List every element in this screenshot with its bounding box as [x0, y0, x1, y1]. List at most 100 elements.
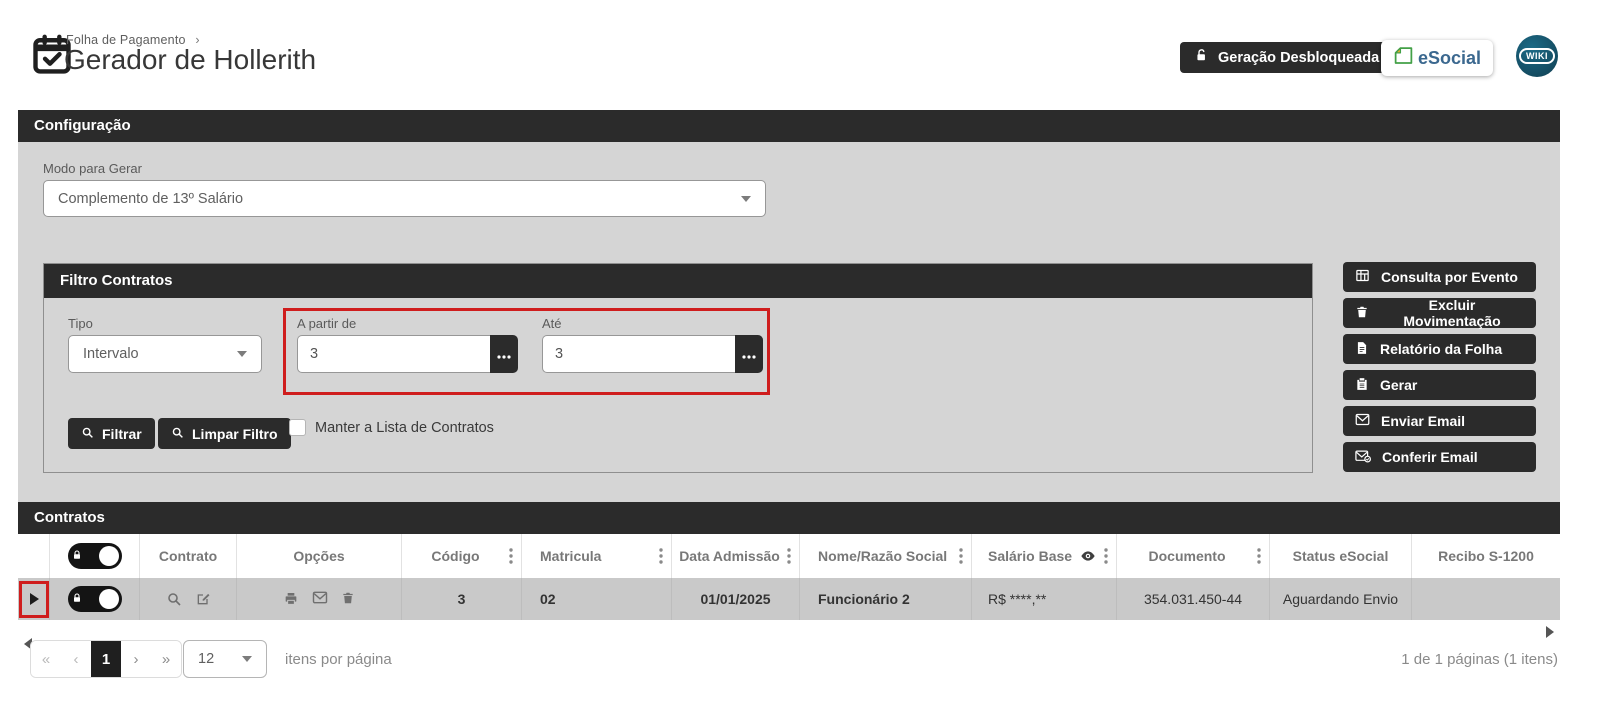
gerar-button[interactable]: Gerar — [1343, 370, 1536, 400]
gerar-label: Gerar — [1380, 377, 1418, 393]
ate-lookup-button[interactable] — [735, 335, 763, 373]
column-menu-icon[interactable] — [1104, 548, 1116, 564]
tipo-label: Tipo — [68, 316, 93, 331]
table-row: 3 02 01/01/2025 Funcionário 2 R$ ****,**… — [18, 578, 1560, 620]
column-header-recibo-s1200: Recibo S-1200 — [1438, 548, 1534, 564]
configuracao-section-header: Configuração — [18, 110, 1560, 142]
column-header-opcoes: Opções — [237, 534, 402, 578]
expand-row-icon[interactable] — [30, 593, 39, 605]
generation-unlocked-button[interactable]: Geração Desbloqueada — [1180, 42, 1394, 73]
esocial-button[interactable]: eSocial — [1381, 40, 1493, 76]
toggle-knob — [98, 589, 119, 609]
column-menu-icon[interactable] — [659, 548, 671, 564]
print-icon[interactable] — [283, 591, 299, 607]
page-size-select[interactable]: 12 — [183, 640, 267, 678]
chevron-down-icon — [741, 195, 751, 202]
a-partir-de-lookup-button[interactable] — [490, 335, 518, 373]
envelope-icon[interactable] — [312, 591, 328, 607]
eye-icon[interactable] — [1080, 548, 1096, 564]
page-size-value: 12 — [198, 651, 215, 667]
cell-recibo-s1200 — [1412, 578, 1560, 620]
contratos-section-header: Contratos — [18, 502, 1560, 534]
ate-label: Até — [542, 316, 562, 331]
modo-para-gerar-label: Modo para Gerar — [43, 161, 142, 176]
column-header-nome-razao-social: Nome/Razão Social — [800, 534, 972, 578]
table-header-row: Contrato Opções Código Matricula Data Ad… — [18, 534, 1560, 578]
ellipsis-icon — [497, 347, 511, 362]
gerador-de-hollerith-page: Folha de Pagamento › Gerador de Hollerit… — [0, 0, 1624, 724]
unlock-icon — [1194, 48, 1209, 67]
row-lock-toggle[interactable] — [67, 586, 122, 612]
conferir-email-button[interactable]: Conferir Email — [1343, 442, 1536, 472]
column-header-status-esocial: Status eSocial — [1270, 534, 1412, 578]
conferir-email-label: Conferir Email — [1382, 449, 1478, 465]
scroll-right-icon[interactable] — [1546, 626, 1554, 638]
manter-lista-checkbox[interactable] — [289, 419, 306, 436]
column-menu-icon[interactable] — [959, 548, 971, 564]
row-lock-toggle-cell — [50, 578, 140, 620]
consulta-por-evento-button[interactable]: Consulta por Evento — [1343, 262, 1536, 292]
tipo-value: Intervalo — [83, 346, 139, 362]
ate-input[interactable] — [542, 335, 735, 373]
chevron-down-icon — [242, 656, 252, 662]
ellipsis-icon — [742, 347, 756, 362]
filtrar-button[interactable]: Filtrar — [68, 418, 155, 449]
search-icon — [81, 426, 94, 442]
excluir-movimentacao-label: Excluir Movimentação — [1403, 297, 1501, 329]
column-header-matricula: Matricula — [522, 534, 672, 578]
lock-icon — [71, 548, 83, 564]
column-header-documento: Documento — [1117, 534, 1270, 578]
contrato-actions-cell — [140, 578, 237, 620]
column-header-data-admissao: Data Admissão — [672, 534, 800, 578]
prev-page-button[interactable]: ‹ — [61, 641, 91, 677]
a-partir-de-input[interactable] — [297, 335, 490, 373]
column-menu-icon[interactable] — [787, 548, 799, 564]
lock-icon — [71, 591, 83, 607]
manter-lista-label: Manter a Lista de Contratos — [315, 420, 494, 436]
cell-nome-razao-social: Funcionário 2 — [800, 578, 972, 620]
envelope-icon — [1355, 413, 1370, 429]
envelope-check-icon — [1355, 449, 1371, 466]
modo-para-gerar-value: Complemento de 13º Salário — [58, 190, 244, 207]
relatorio-da-folha-label: Relatório da Folha — [1380, 341, 1503, 357]
last-page-button[interactable]: » — [151, 641, 181, 677]
enviar-email-label: Enviar Email — [1381, 413, 1466, 429]
first-page-button[interactable]: « — [31, 641, 61, 677]
page-summary: 1 de 1 páginas (1 itens) — [1401, 651, 1558, 668]
search-icon — [171, 426, 184, 442]
a-partir-de-label: A partir de — [297, 316, 357, 331]
column-menu-icon[interactable] — [1257, 548, 1269, 564]
document-icon — [1355, 341, 1369, 358]
lock-all-toggle-cell — [50, 534, 140, 578]
page-title: Gerador de Hollerith — [64, 44, 317, 75]
relatorio-da-folha-button[interactable]: Relatório da Folha — [1343, 334, 1536, 364]
expand-column-header — [18, 534, 50, 578]
cell-documento: 354.031.450-44 — [1117, 578, 1270, 620]
trash-icon[interactable] — [341, 591, 355, 607]
next-page-button[interactable]: › — [121, 641, 151, 677]
limpar-filtro-label: Limpar Filtro — [192, 425, 278, 442]
toggle-knob — [98, 546, 119, 566]
tipo-select[interactable]: Intervalo — [68, 335, 262, 373]
enviar-email-button[interactable]: Enviar Email — [1343, 406, 1536, 436]
esocial-logo-icon — [1393, 45, 1414, 71]
limpar-filtro-button[interactable]: Limpar Filtro — [158, 418, 291, 449]
edit-icon[interactable] — [195, 591, 211, 607]
esocial-label: eSocial — [1417, 47, 1482, 68]
wiki-button[interactable]: WIKI — [1516, 35, 1558, 77]
expand-row-cell — [18, 578, 50, 620]
cell-data-admissao: 01/01/2025 — [672, 578, 800, 620]
current-page-button[interactable]: 1 — [91, 641, 121, 677]
filtrar-label: Filtrar — [102, 425, 142, 442]
excluir-movimentacao-button[interactable]: Excluir Movimentação — [1343, 297, 1536, 329]
items-per-page-label: itens por página — [285, 651, 392, 668]
filtro-contratos-section-header: Filtro Contratos — [44, 264, 1312, 298]
cell-salario-base: R$ ****,** — [972, 578, 1117, 620]
lock-all-toggle[interactable] — [67, 543, 122, 569]
cell-status-esocial: Aguardando Envio — [1270, 578, 1412, 620]
clipboard-icon — [1355, 377, 1369, 394]
search-icon[interactable] — [166, 591, 182, 607]
modo-para-gerar-select[interactable]: Complemento de 13º Salário — [43, 180, 766, 217]
column-header-contrato: Contrato — [140, 534, 237, 578]
column-menu-icon[interactable] — [509, 548, 521, 564]
